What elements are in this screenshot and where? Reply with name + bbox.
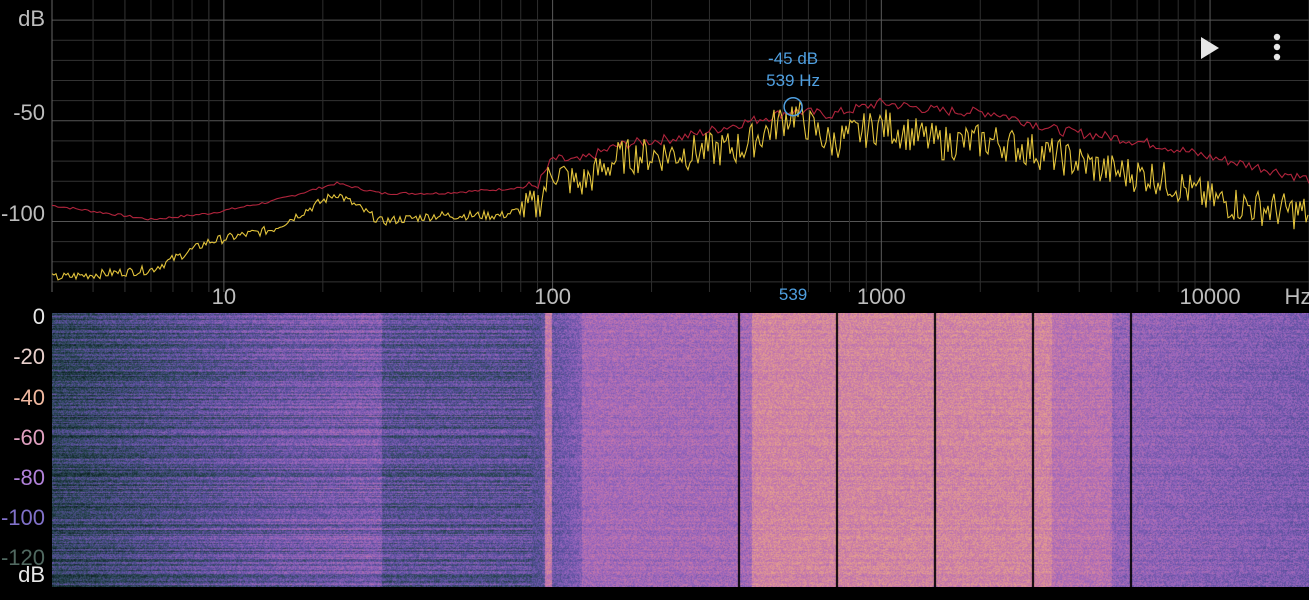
play-icon[interactable] [1193,31,1227,65]
spectrogram-scale-0: 0 [32,304,45,329]
spectrum-y-tick-100: -100 [0,201,45,226]
spectrogram[interactable] [52,313,1309,587]
spectrum-x-tick-10: 10 [211,284,237,309]
spectrum-x-tick-100: 100 [534,284,571,309]
peak-db-readout: -45 dB [768,49,819,68]
spectrogram-scale-80: -80 [13,465,45,490]
spectrum-x-tick-1000: 1000 [856,284,906,309]
spectrogram-scale-20: -20 [13,344,45,369]
spectrum-grid [51,0,1309,292]
more-vert-icon[interactable] [1260,31,1294,65]
spectrogram-scale-40: -40 [13,385,45,410]
spectrum-x-unit: Hz [1284,284,1309,309]
spectrum-x-tick-10000: 10000 [1179,284,1241,309]
spectrogram-unit: dB [18,562,45,587]
peak-hz-readout: 539 Hz [766,71,821,90]
spectrogram-scale-100: -100 [0,505,45,530]
spectrum-y-tick-50: -50 [13,100,45,125]
spectrum-y-unit: dB [18,6,45,31]
spectrogram-scale-60: -60 [13,425,45,450]
bottom-bar [0,588,1309,600]
live-spectrum-line [51,99,1309,281]
spectrum-plot[interactable] [0,0,1309,312]
spectrum-series [51,97,1309,281]
peak-frequency-marker: 539 [778,285,808,304]
